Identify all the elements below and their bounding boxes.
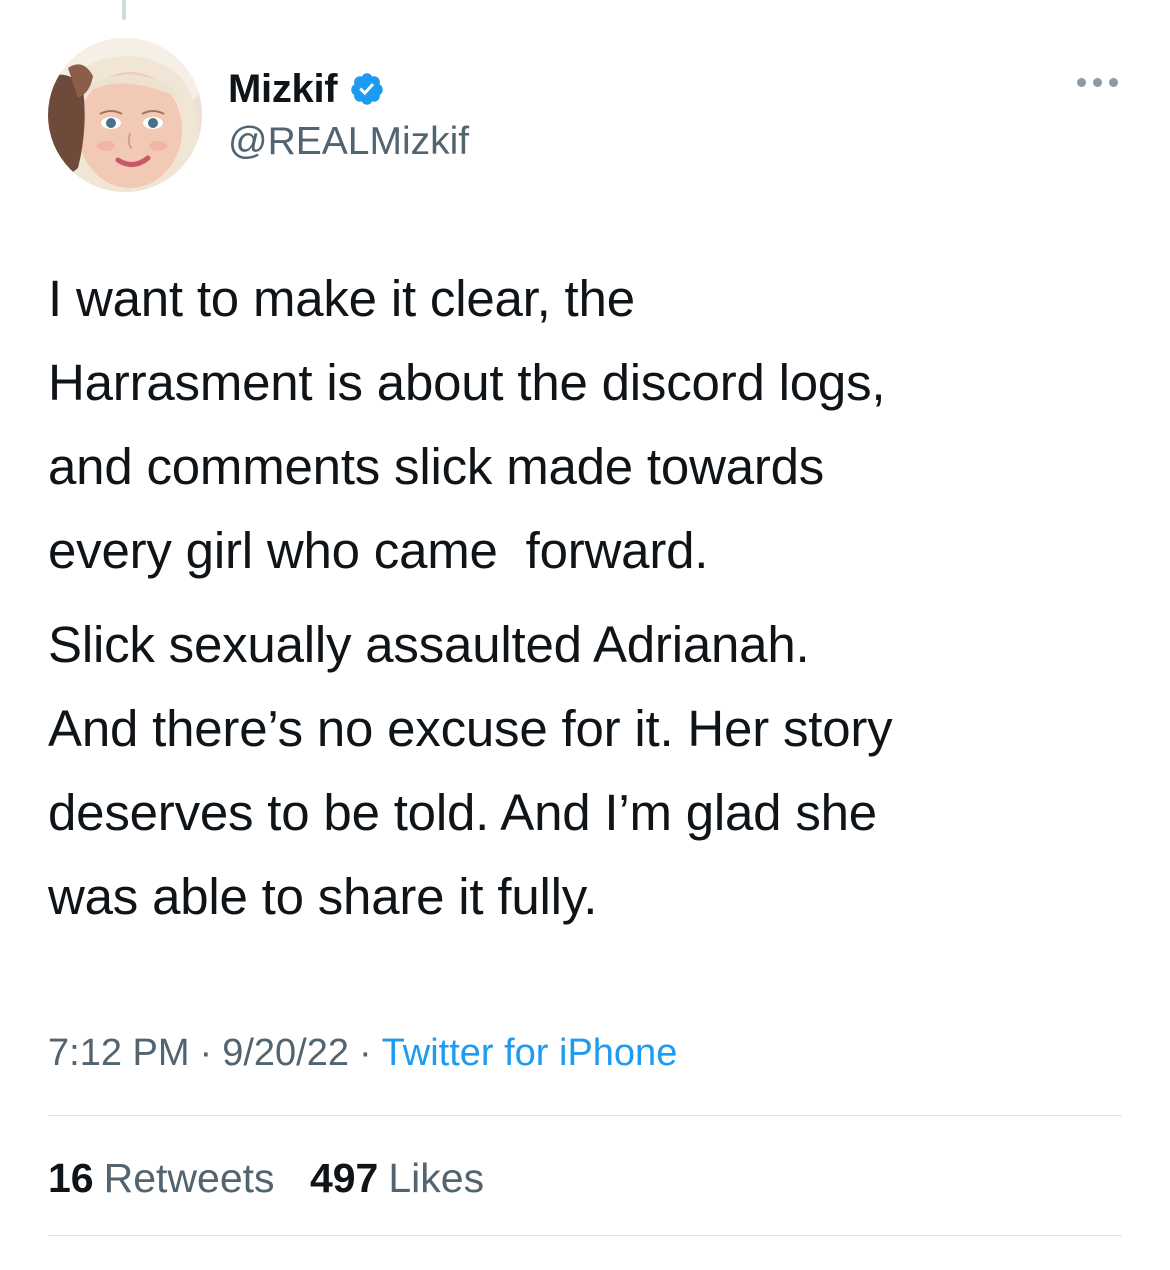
retweets-stat[interactable]: 16 Retweets: [48, 1150, 275, 1206]
divider: [48, 1235, 1122, 1236]
tweet-date[interactable]: 9/20/22: [222, 1032, 349, 1074]
tweet-paragraph: I want to make it clear, the Harrasment …: [48, 270, 886, 579]
more-dot: [1093, 78, 1102, 87]
more-dot: [1109, 78, 1118, 87]
engagement-stats: 16 Retweets 497 Likes: [48, 1150, 484, 1206]
avatar-image: [48, 38, 202, 192]
tweet-paragraph: Slick sexually assaulted Adrianah. And t…: [48, 616, 893, 925]
more-options-icon[interactable]: [1077, 78, 1118, 87]
user-handle[interactable]: @REALMizkif: [228, 116, 469, 168]
retweets-count: 16: [48, 1155, 94, 1201]
meta-separator: ·: [199, 1032, 213, 1074]
tweet-author[interactable]: Mizkif @REALMizkif: [228, 64, 469, 168]
author-name-row: Mizkif: [228, 64, 469, 114]
likes-label: Likes: [388, 1155, 485, 1201]
likes-count: 497: [309, 1155, 379, 1201]
thread-connector-line: [122, 0, 126, 20]
divider: [48, 1115, 1122, 1116]
more-dot: [1077, 78, 1086, 87]
display-name[interactable]: Mizkif: [228, 64, 338, 114]
retweets-label: Retweets: [103, 1155, 275, 1201]
tweet-source-link[interactable]: Twitter for iPhone: [382, 1032, 678, 1074]
tweet-text: I want to make it clear, the Harrasment …: [48, 257, 1138, 939]
tweet-metadata: 7:12 PM · 9/20/22 · Twitter for iPhone: [48, 1025, 677, 1081]
likes-stat[interactable]: 497 Likes: [310, 1150, 484, 1206]
avatar[interactable]: [48, 38, 202, 192]
tweet-time[interactable]: 7:12 PM: [48, 1032, 190, 1074]
meta-separator: ·: [358, 1032, 372, 1074]
verified-badge-icon: [351, 73, 384, 105]
